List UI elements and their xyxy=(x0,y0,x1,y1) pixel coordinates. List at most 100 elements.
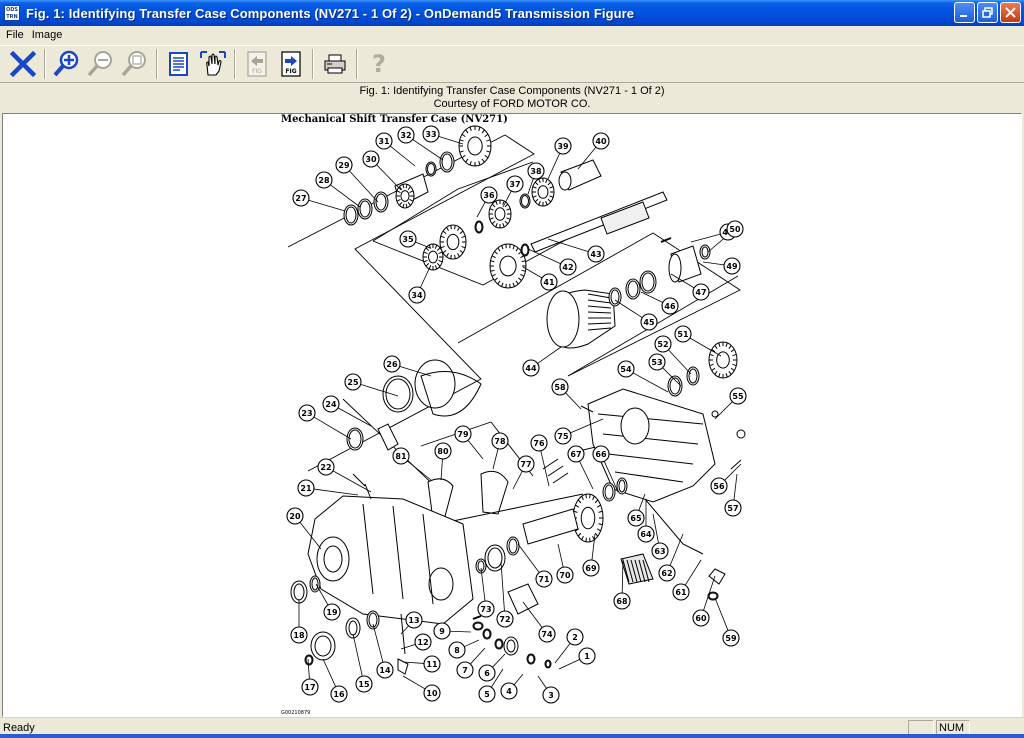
zoom-in-button[interactable] xyxy=(50,47,84,81)
caption-courtesy: Courtesy of FORD MOTOR CO. xyxy=(433,98,591,110)
callout-label: 22 xyxy=(320,463,331,472)
callout-label: 64 xyxy=(640,530,652,539)
callout-leader xyxy=(537,675,547,689)
callout-5: 5 xyxy=(478,685,496,703)
callout-leader xyxy=(558,659,580,670)
document-button[interactable] xyxy=(162,47,196,81)
callout-leader xyxy=(640,291,663,303)
callout-leader xyxy=(352,633,363,677)
callout-34: 34 xyxy=(408,286,426,304)
callout-47: 47 xyxy=(692,283,710,301)
menu-image[interactable]: Image xyxy=(30,29,69,41)
callout-leader xyxy=(492,448,499,470)
callout-3: 3 xyxy=(542,686,560,704)
zoom-out-button[interactable] xyxy=(84,47,118,81)
callout-68: 68 xyxy=(613,592,631,610)
callout-6: 6 xyxy=(478,664,496,682)
callout-9: 9 xyxy=(433,622,451,640)
callout-leader xyxy=(547,238,589,252)
callout-66: 66 xyxy=(592,445,610,463)
callout-label: 75 xyxy=(557,432,569,441)
callout-label: 18 xyxy=(293,631,305,640)
zoom-fit-button[interactable] xyxy=(118,47,152,81)
callout-label: 81 xyxy=(395,452,407,461)
callout-52: 52 xyxy=(654,335,672,353)
callout-31: 31 xyxy=(375,132,393,150)
callout-label: 3 xyxy=(548,691,554,700)
callout-leader xyxy=(547,153,561,180)
figure-code: G00210879 xyxy=(281,710,311,716)
callout-19: 19 xyxy=(323,603,341,621)
callout-25: 25 xyxy=(344,373,362,391)
toolbar-separator xyxy=(312,49,314,79)
callout-leader xyxy=(733,473,738,501)
close-icon xyxy=(1005,7,1016,18)
callout-leader xyxy=(402,675,426,690)
callout-46: 46 xyxy=(661,297,679,315)
callout-leader xyxy=(349,170,379,203)
callout-73: 73 xyxy=(477,600,495,618)
callout-leader xyxy=(412,139,444,161)
callout-leader xyxy=(513,673,524,686)
app-icon[interactable]: ODS TRN xyxy=(4,5,20,21)
callout-label: 69 xyxy=(585,564,597,573)
callout-label: 76 xyxy=(533,439,545,448)
callout-label: 74 xyxy=(541,630,553,639)
restore-button[interactable] xyxy=(977,2,998,23)
callout-67: 67 xyxy=(567,445,585,463)
close-figure-button[interactable] xyxy=(6,47,40,81)
callout-label: 35 xyxy=(402,235,414,244)
callout-leader xyxy=(470,647,486,665)
callout-label: 31 xyxy=(378,137,390,146)
help-button[interactable]: ? xyxy=(362,47,396,81)
callout-75: 75 xyxy=(554,427,572,445)
callout-33: 33 xyxy=(422,125,440,143)
callout-label: 7 xyxy=(462,666,468,675)
next-figure-icon: FIG xyxy=(281,51,301,77)
callout-27: 27 xyxy=(292,189,310,207)
zoom-out-icon xyxy=(87,51,112,77)
callout-21: 21 xyxy=(297,479,315,497)
callout-26: 26 xyxy=(383,355,401,373)
next-figure-button[interactable]: FIG xyxy=(274,47,308,81)
callout-label: 40 xyxy=(595,137,607,146)
callout-leader xyxy=(684,559,702,586)
callout-55: 55 xyxy=(729,387,747,405)
callout-56: 56 xyxy=(710,477,728,495)
callout-42: 42 xyxy=(559,258,577,276)
previous-figure-button[interactable]: FIG xyxy=(240,47,274,81)
callout-38: 38 xyxy=(527,162,545,180)
callout-label: 46 xyxy=(664,302,676,311)
menu-file[interactable]: File xyxy=(4,29,30,41)
callout-label: 39 xyxy=(557,142,569,151)
minimize-button[interactable] xyxy=(954,2,975,23)
menu-bar: File Image xyxy=(0,26,1024,44)
toolbar: FIG FIG ? xyxy=(0,45,1024,83)
callout-leader xyxy=(449,630,472,633)
callout-leader xyxy=(313,488,359,496)
callout-20: 20 xyxy=(286,507,304,525)
callout-41: 41 xyxy=(540,273,558,291)
callout-12: 12 xyxy=(414,633,432,651)
title-bar[interactable]: ODS TRN Fig. 1: Identifying Transfer Cas… xyxy=(0,0,1024,26)
callout-label: 13 xyxy=(408,616,419,625)
callout-label: 37 xyxy=(509,180,520,189)
figure-viewport[interactable]: 1 2 3 4 5 6 7 8 9 10 11 12 13 14 15 16 17 18 19 20 21 22 23 24 2… xyxy=(2,113,1022,717)
callout-label: 59 xyxy=(725,634,737,643)
callout-label: 73 xyxy=(480,605,491,614)
callout-70: 70 xyxy=(556,566,574,584)
svg-text:?: ? xyxy=(372,50,386,78)
figure-heading: Mechanical Shift Transfer Case (NV271) xyxy=(281,114,508,125)
callout-leader xyxy=(406,460,432,481)
callout-45: 45 xyxy=(640,313,658,331)
print-button[interactable] xyxy=(318,47,352,81)
callout-leader xyxy=(690,233,721,243)
pan-button[interactable] xyxy=(196,47,230,81)
callout-label: 77 xyxy=(520,460,531,469)
callout-leader xyxy=(669,533,684,566)
close-window-button[interactable] xyxy=(1000,2,1021,23)
callout-label: 19 xyxy=(326,608,338,617)
callout-80: 80 xyxy=(434,442,452,460)
callout-leader xyxy=(337,407,372,427)
callout-77: 77 xyxy=(517,455,535,473)
